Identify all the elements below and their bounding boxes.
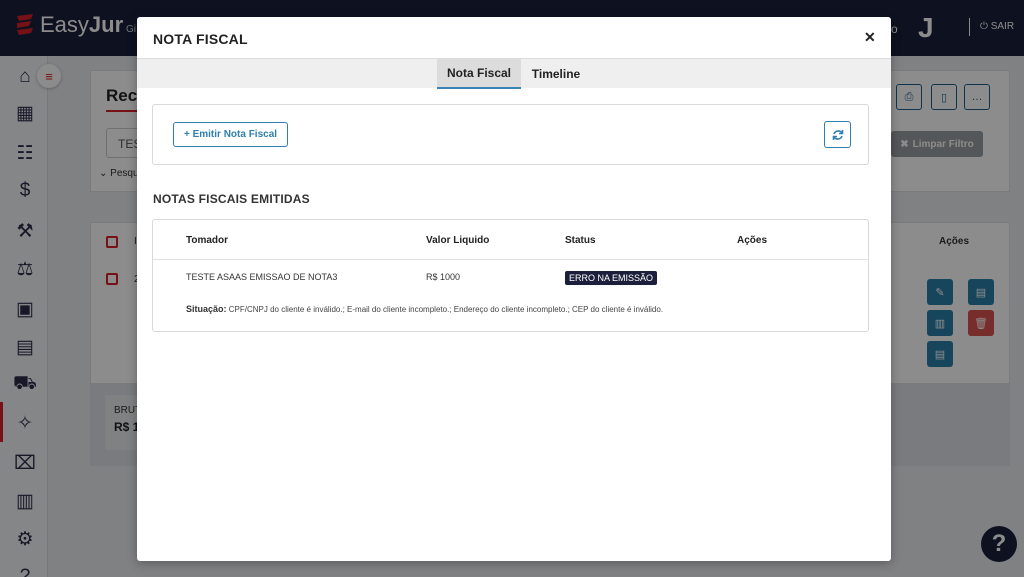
column-header-status: Status — [565, 235, 596, 246]
column-header-valor: Valor Liquido — [426, 235, 490, 246]
situacao-text: CPF/CNPJ do cliente é inválido.; E-mail … — [228, 305, 664, 314]
situacao-row: Situação: CPF/CNPJ do cliente é inválido… — [186, 304, 663, 314]
refresh-button[interactable] — [824, 121, 851, 148]
nota-fiscal-modal: NOTA FISCAL ✕ Nota Fiscal Timeline + Emi… — [137, 17, 891, 561]
close-icon[interactable]: ✕ — [864, 29, 876, 46]
tab-nota-fiscal[interactable]: Nota Fiscal — [437, 59, 521, 89]
cell-valor: R$ 1000 — [426, 272, 461, 282]
invoices-table: Tomador Valor Liquido Status Ações TESTE… — [152, 219, 869, 332]
cell-tomador: TESTE ASAAS EMISSAO DE NOTA3 — [186, 272, 338, 282]
section-title: NOTAS FISCAIS EMITIDAS — [153, 192, 310, 206]
modal-tab-bar: Nota Fiscal Timeline — [137, 58, 891, 89]
situacao-label: Situação: — [186, 304, 227, 314]
refresh-icon — [832, 129, 843, 140]
tab-timeline[interactable]: Timeline — [525, 59, 587, 89]
emit-invoice-button[interactable]: + Emitir Nota Fiscal — [173, 122, 288, 147]
emit-card: + Emitir Nota Fiscal — [152, 104, 869, 165]
modal-title: NOTA FISCAL — [153, 31, 248, 47]
status-badge: ERRO NA EMISSÃO — [565, 271, 658, 285]
column-header-acoes: Ações — [737, 235, 768, 246]
table-header-divider — [153, 259, 868, 260]
column-header-tomador: Tomador — [186, 235, 229, 246]
